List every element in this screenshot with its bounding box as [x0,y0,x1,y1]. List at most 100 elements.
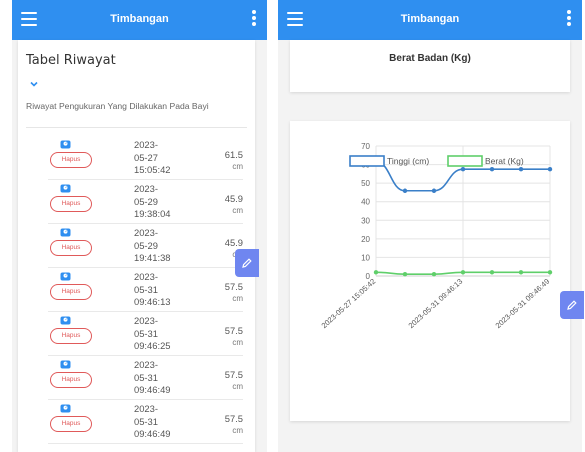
date-year: 2023- [134,315,158,326]
delete-button[interactable]: Hapus [50,372,92,388]
y-tick-label: 30 [361,216,370,225]
measurement-date: 2023- 05-31 09:46:49 [134,403,184,441]
value-number: 57.5 [224,281,243,292]
table-row: Hapus 2023- 05-31 09:46:13 57.5 cm [18,268,255,312]
delete-button[interactable]: Hapus [50,328,92,344]
scale-icon [60,272,71,281]
value-unit: cm [232,294,243,303]
value-number: 45.9 [224,193,243,204]
value-number: 57.5 [224,413,243,424]
value-unit: cm [232,338,243,347]
value-unit: cm [232,382,243,391]
app-bar: Timbangan [278,0,582,40]
measurement-date: 2023- 05-29 19:41:38 [134,227,184,265]
date-time: 09:46:25 [134,340,171,351]
date-year: 2023- [134,271,158,282]
date-monthday: 05-31 [134,415,158,427]
delete-button[interactable]: Hapus [50,284,92,300]
measurement-value: 45.9 cm [203,193,243,217]
history-card: Tabel Riwayat Riwayat Pengukuran Yang Di… [18,40,255,452]
delete-button[interactable]: Hapus [50,196,92,212]
date-year: 2023- [134,403,158,414]
scale-icon [60,228,71,237]
y-tick-label: 40 [361,198,370,207]
more-vert-icon[interactable] [251,10,257,28]
measurement-value: 57.5 cm [203,369,243,393]
app-title: Timbangan [110,13,169,25]
value-number: 57.5 [224,369,243,380]
history-subtitle: Riwayat Pengukuran Yang Dilakukan Pada B… [26,101,209,111]
pencil-icon [567,300,577,310]
date-monthday: 05-31 [134,327,158,339]
x-tick-label: 2023-05-31 09:46:49 [494,277,552,330]
table-row: Hapus 2023- 05-31 09:46:25 57.5 cm [18,312,255,356]
measurement-value: 57.5 cm [203,325,243,349]
divider [26,127,247,128]
date-monthday: 05-31 [134,283,158,295]
app-title: Timbangan [400,13,460,25]
data-point [547,270,553,275]
date-year: 2023- [134,139,158,150]
data-point [402,188,408,193]
value-number: 57.5 [224,325,243,336]
measurement-date: 2023- 05-31 09:46:49 [134,359,184,397]
delete-button[interactable]: Hapus [50,240,92,256]
edit-fab-button[interactable] [560,291,584,319]
history-screen: Timbangan Tabel Riwayat Riwayat Pengukur… [12,0,267,452]
table-row: Hapus 2023- 05-29 19:38:04 45.9 cm [18,180,255,224]
date-time: 09:46:49 [134,384,171,395]
table-row: Hapus2023-05-2919:41:3845.9cm [18,224,255,268]
date-monthday: 05-27 [134,151,158,163]
date-monthday: 05-29 [134,195,158,207]
scale-icon [60,184,71,193]
y-tick-label: 20 [361,235,370,244]
date-time: 09:46:13 [134,296,171,307]
berat-badan-card: Berat Badan (Kg) [290,40,570,92]
measurement-date: 2023- 05-27 15:05:42 [134,139,184,177]
measurement-date: 2023- 05-29 19:38:04 [134,183,184,221]
y-tick-label: 10 [361,253,370,262]
legend-label: Tinggi (cm) [387,156,429,166]
legend-label: Berat (Kg) [485,156,524,166]
data-point [518,270,524,275]
chevron-down-icon[interactable] [30,80,38,88]
measurement-value: 57.5 cm [203,413,243,437]
date-monthday: 05-31 [134,371,158,383]
measurement-value: 57.5 cm [203,281,243,305]
y-tick-label: 50 [361,179,370,188]
delete-button[interactable]: Hapus [50,416,92,432]
date-time: 19:41:38 [134,252,171,263]
data-point [402,271,408,277]
value-unit: cm [232,426,243,435]
more-vert-icon[interactable] [566,10,572,28]
legend-swatch [349,155,385,167]
date-time: 19:38:04 [134,208,171,219]
pencil-icon [242,258,252,268]
value-unit: cm [232,206,243,215]
scale-icon [60,140,71,149]
value-unit: cm [232,162,243,171]
y-tick-label: 70 [361,142,370,151]
scale-icon [60,404,71,413]
data-point [489,167,495,172]
delete-button[interactable]: Hapus [50,152,92,168]
scale-icon [60,360,71,369]
data-point [431,188,437,193]
x-tick-label: 2023-05-31 09:46:13 [407,277,465,330]
date-year: 2023- [134,183,158,194]
berat-badan-title: Berat Badan (Kg) [389,53,471,64]
row-divider [48,443,243,444]
legend-swatch [447,155,483,167]
data-point [489,270,495,275]
table-row: Hapus 2023- 05-31 09:46:49 57.5 cm [18,400,255,444]
date-year: 2023- [134,359,158,370]
data-point [547,167,553,172]
table-row: Hapus 2023- 05-27 15:05:42 61.5 cm [18,136,255,180]
app-bar: Timbangan [12,0,267,40]
data-point [518,167,524,172]
chart-screen: Timbangan Berat Badan (Kg) 0102030405060… [278,0,582,452]
data-point [460,270,466,275]
history-title: Tabel Riwayat [26,53,116,68]
data-point [373,270,379,275]
edit-fab-button[interactable] [235,249,259,277]
